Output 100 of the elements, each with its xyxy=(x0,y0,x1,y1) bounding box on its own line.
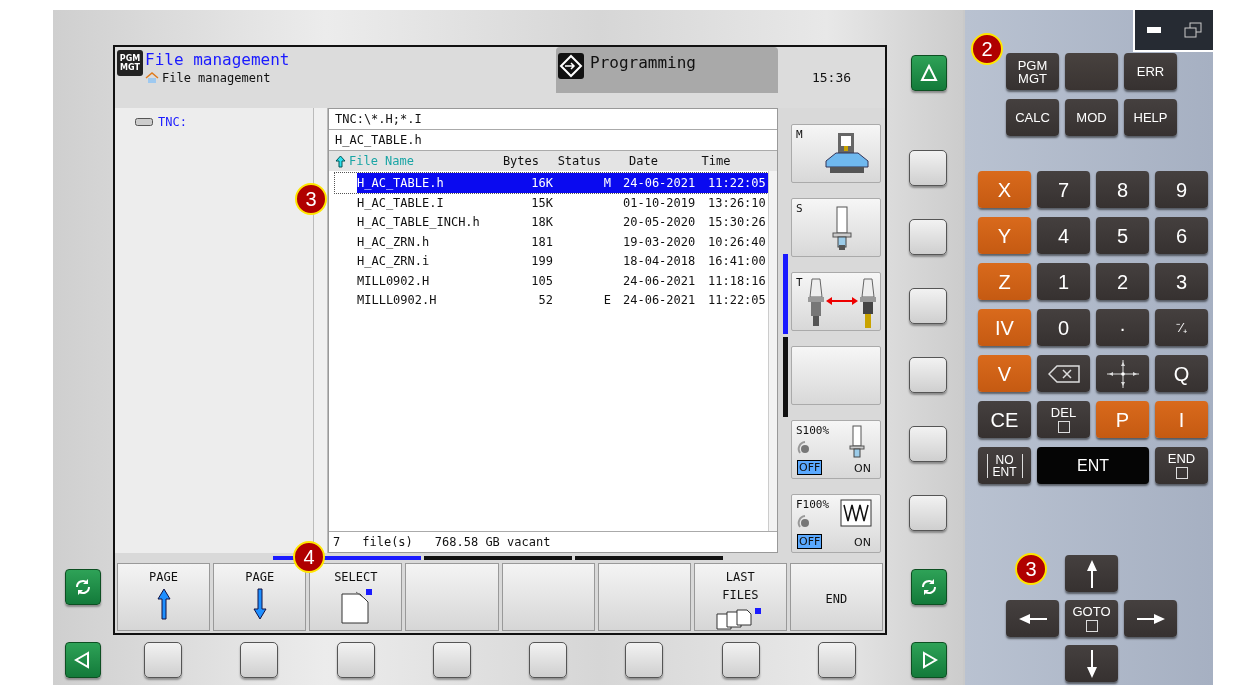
up-key[interactable] xyxy=(1065,555,1118,592)
side-softkey[interactable]: M xyxy=(791,124,881,184)
softkey[interactable]: PAGE xyxy=(213,563,307,631)
right-key[interactable] xyxy=(1124,600,1177,637)
key[interactable]: CALC xyxy=(1006,99,1059,136)
softkey[interactable]: PAGE xyxy=(117,563,211,631)
key[interactable]: Z xyxy=(978,263,1031,300)
scrollbar[interactable] xyxy=(768,171,777,532)
bezel-key[interactable] xyxy=(721,642,760,678)
key[interactable]: 0 xyxy=(1037,309,1090,346)
bezel-key[interactable] xyxy=(909,356,947,393)
center-key[interactable] xyxy=(1096,355,1149,392)
machine-table-icon xyxy=(824,131,870,176)
bezel-key[interactable] xyxy=(625,642,664,678)
key[interactable]: X xyxy=(978,171,1031,208)
file-row[interactable]: H_AC_ZRN.h 181 19-03-2020 10:26:40 xyxy=(335,231,768,252)
triangle-button[interactable] xyxy=(911,642,947,678)
key[interactable]: NO ENT xyxy=(978,447,1031,484)
minimize-icon[interactable] xyxy=(1146,27,1161,33)
softkey[interactable]: LAST FILES xyxy=(693,563,787,631)
backspace-icon xyxy=(1047,364,1080,383)
file-count-unit: file(s) xyxy=(362,535,413,550)
file-row[interactable]: MILLL0902.H 52 E 24-06-2021 11:22:05 xyxy=(335,290,768,310)
key[interactable]: IV xyxy=(978,309,1031,346)
clock: 15:36 xyxy=(810,69,853,88)
key[interactable]: 1 xyxy=(1037,263,1090,300)
down-key[interactable] xyxy=(1065,645,1118,682)
key[interactable]: 4 xyxy=(1037,217,1090,254)
key[interactable]: 9 xyxy=(1155,171,1208,208)
triangle-button[interactable] xyxy=(911,55,947,91)
key[interactable]: 6 xyxy=(1155,217,1208,254)
bezel-key[interactable] xyxy=(909,149,947,186)
key[interactable]: CE xyxy=(978,401,1031,438)
key[interactable]: GOTO xyxy=(1065,600,1118,637)
key[interactable]: PGM MGT xyxy=(1006,53,1059,90)
column-header[interactable]: Bytes xyxy=(495,154,539,169)
arrow-up-icon xyxy=(156,588,171,620)
triangle-button[interactable] xyxy=(65,642,101,678)
free-space: 768.58 GB vacant xyxy=(434,535,551,550)
file-row[interactable]: MILL0902.H 105 24-06-2021 11:18:16 xyxy=(335,270,768,291)
bezel-key[interactable] xyxy=(432,642,471,678)
side-softkey[interactable]: S xyxy=(791,198,881,258)
arrow-down-icon xyxy=(1085,648,1098,679)
key[interactable]: 8 xyxy=(1096,171,1149,208)
crosshair-icon xyxy=(1105,358,1140,389)
key[interactable]: MOD xyxy=(1065,99,1118,136)
softkey[interactable]: SELECT xyxy=(309,563,403,631)
softkey[interactable] xyxy=(597,563,691,631)
bezel-key[interactable] xyxy=(909,218,947,255)
bezel-key[interactable] xyxy=(909,287,947,324)
left-key[interactable] xyxy=(1006,600,1059,637)
sort-arrow-icon xyxy=(335,154,346,168)
side-softkey[interactable]: F100% OFF ON xyxy=(791,494,881,554)
file-row[interactable]: H_AC_ZRN.i 199 18-04-2018 16:41:00 xyxy=(335,251,768,271)
key[interactable]: · xyxy=(1096,309,1149,346)
backspace-key[interactable] xyxy=(1037,355,1090,392)
softkey[interactable]: END xyxy=(789,563,883,631)
refresh-button[interactable] xyxy=(65,569,101,605)
key[interactable]: DEL xyxy=(1037,401,1090,438)
bezel-key[interactable] xyxy=(240,642,279,678)
key[interactable]: ERR xyxy=(1124,53,1177,90)
refresh-icon xyxy=(73,577,93,597)
bezel-key[interactable] xyxy=(817,642,856,678)
key[interactable]: I xyxy=(1155,401,1208,438)
side-softkey[interactable]: S100% OFF ON xyxy=(791,420,881,480)
key[interactable]: Y xyxy=(978,217,1031,254)
refresh-button[interactable] xyxy=(911,569,947,605)
bezel-key[interactable] xyxy=(144,642,183,678)
bezel-key[interactable] xyxy=(529,642,568,678)
key[interactable]: ⁻∕₊ xyxy=(1155,309,1208,346)
tool-change-icon xyxy=(806,277,878,330)
file-row[interactable]: H_AC_TABLE_INCH.h 18K 20-05-2020 15:30:26 xyxy=(335,212,768,232)
key[interactable]: HELP xyxy=(1124,99,1177,136)
key[interactable]: Q xyxy=(1155,355,1208,392)
column-header[interactable]: Date xyxy=(601,154,686,169)
file-row[interactable]: H_AC_TABLE.I 15K 01-10-2019 13:26:10 xyxy=(335,192,768,213)
bezel-key[interactable] xyxy=(909,494,947,531)
restore-icon[interactable] xyxy=(1183,22,1202,38)
window-title: File management xyxy=(145,50,290,69)
key[interactable]: 3 xyxy=(1155,263,1208,300)
file-filter: TNC:\*.H;*.I xyxy=(329,109,777,131)
side-softkey[interactable]: T xyxy=(791,272,881,332)
key[interactable]: P xyxy=(1096,401,1149,438)
spindle-icon xyxy=(830,205,854,252)
bezel-key[interactable] xyxy=(909,425,947,462)
bezel-key[interactable] xyxy=(336,642,375,678)
mode-tab[interactable]: Programming xyxy=(556,47,778,93)
column-header[interactable]: Status xyxy=(539,154,601,169)
home-icon xyxy=(145,72,159,84)
key[interactable]: END xyxy=(1155,447,1208,484)
key[interactable]: ENT xyxy=(1037,447,1149,484)
key[interactable]: 2 xyxy=(1096,263,1149,300)
key[interactable]: 7 xyxy=(1037,171,1090,208)
key[interactable]: 5 xyxy=(1096,217,1149,254)
softkey[interactable] xyxy=(405,563,499,631)
triangle-icon xyxy=(919,63,939,83)
tree-item[interactable]: TNC: xyxy=(135,115,187,130)
column-header[interactable]: Time xyxy=(686,154,746,169)
key[interactable]: V xyxy=(978,355,1031,392)
softkey[interactable] xyxy=(501,563,595,631)
